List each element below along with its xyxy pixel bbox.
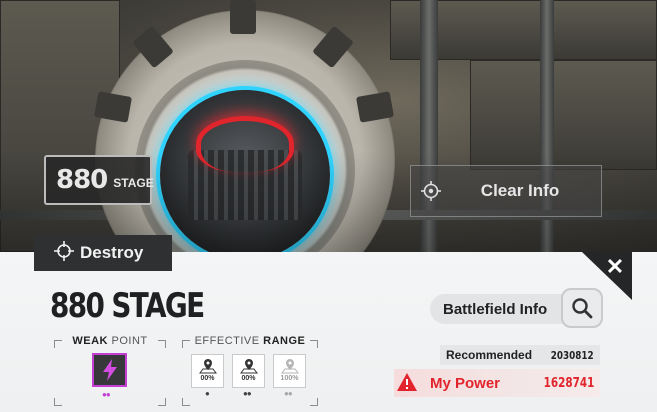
- map-pin-icon: [280, 359, 299, 374]
- stage-badge: 880 STAGE: [44, 155, 154, 205]
- weak-point-title-b: POINT: [111, 335, 148, 347]
- stage-badge-number: 880: [56, 165, 108, 195]
- recommended-label: Recommended: [446, 348, 533, 362]
- my-power-value: 1628741: [543, 375, 594, 391]
- stage-badge-label: STAGE: [113, 176, 154, 190]
- battlefield-info-label: Battlefield Info: [443, 300, 548, 318]
- crosshair-icon: [411, 181, 451, 201]
- range-card-2[interactable]: 00%: [232, 354, 265, 388]
- battlefield-search-button[interactable]: [561, 288, 603, 328]
- people-icon: ●●: [284, 389, 293, 398]
- destroy-mode-tab[interactable]: Destroy: [34, 235, 172, 271]
- lightning-icon: [102, 359, 117, 381]
- recommended-power-row: Recommended 2030812: [440, 345, 600, 365]
- range-card-3[interactable]: 100%: [273, 354, 306, 388]
- weak-point-slot[interactable]: [92, 353, 127, 387]
- warning-icon: [397, 373, 417, 391]
- destroy-label: Destroy: [80, 243, 144, 262]
- range-card-3-pct: 100%: [280, 375, 299, 382]
- range-card-2-pct: 00%: [241, 375, 256, 382]
- range-card-1-pct: 00%: [200, 375, 215, 382]
- clear-info-button[interactable]: Clear Info: [410, 165, 602, 217]
- effective-range-title-b: RANGE: [263, 335, 306, 347]
- map-pin-icon: [239, 359, 258, 374]
- target-reticle-icon: [54, 240, 74, 266]
- people-icon: ●●: [243, 389, 252, 398]
- search-icon: [572, 298, 593, 319]
- people-icon: ●●: [102, 390, 111, 399]
- people-icon: ●: [205, 389, 210, 398]
- range-card-1[interactable]: 00%: [191, 354, 224, 388]
- close-icon[interactable]: ✕: [604, 256, 626, 278]
- page-title: 880 STAGE: [50, 286, 205, 326]
- clear-info-label: Clear Info: [480, 181, 560, 200]
- effective-range-title-a: EFFECTIVE: [194, 335, 260, 347]
- my-power-row: My Power 1628741: [394, 369, 600, 397]
- map-pin-icon: [198, 359, 217, 374]
- my-power-label: My Power: [430, 374, 501, 392]
- weak-point-title-a: WEAK: [72, 335, 108, 347]
- battlefield-info-button[interactable]: Battlefield Info: [430, 294, 570, 324]
- recommended-value: 2030812: [551, 348, 594, 362]
